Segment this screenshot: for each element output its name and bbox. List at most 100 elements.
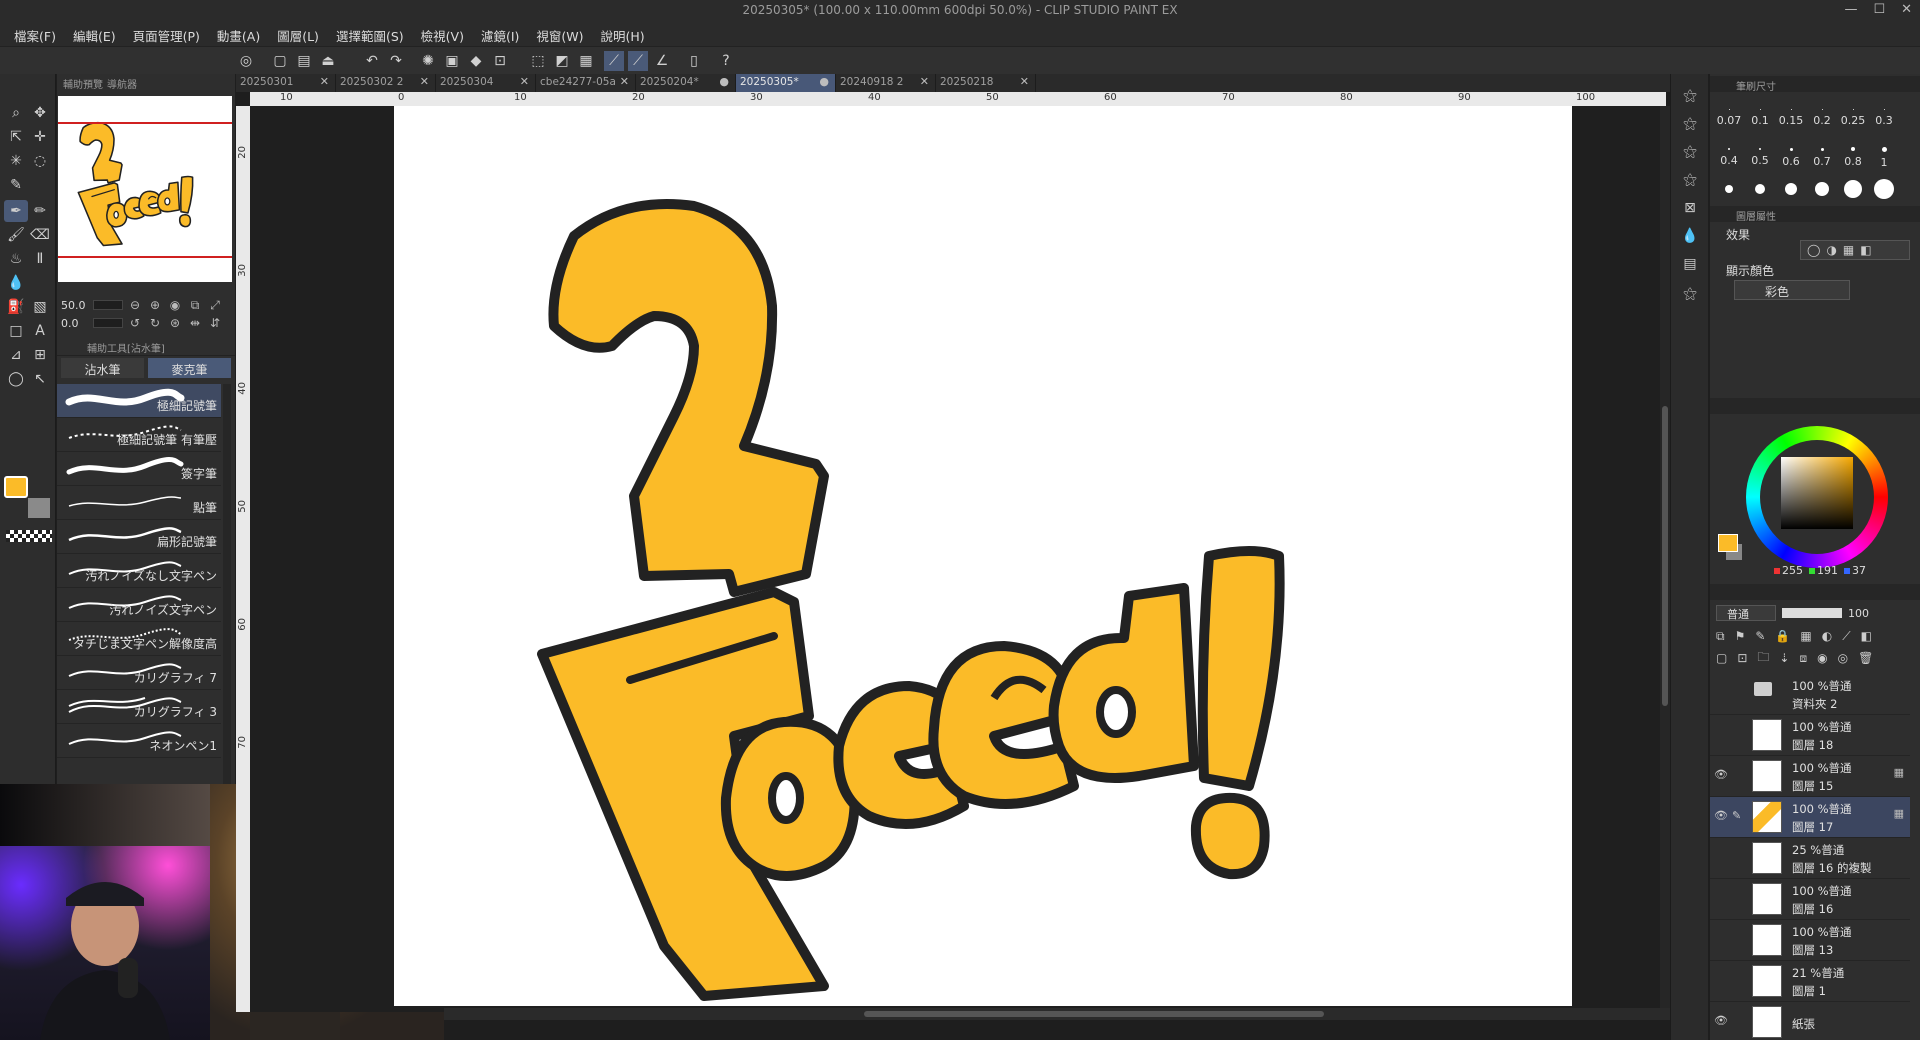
layer-row[interactable]: 👁 ✎ 100 %普通 圖層 17 ▦ xyxy=(1710,797,1910,838)
brush-size-option[interactable]: 0.07 xyxy=(1714,100,1744,140)
brush-size-option[interactable]: 0.25 xyxy=(1838,100,1868,140)
airbrush-icon[interactable]: ♨ xyxy=(4,248,28,270)
tab-document[interactable]: 20250204* ● xyxy=(636,74,736,92)
layer-row[interactable]: 100 %普通 資料夾 2 xyxy=(1710,674,1910,715)
blend-icon[interactable]: 💧 xyxy=(4,272,28,294)
rotate-right-icon[interactable]: ↻ xyxy=(147,315,163,331)
visibility-eye-icon[interactable]: 👁 xyxy=(1714,768,1728,781)
zoom-out-icon[interactable]: ⊖ xyxy=(127,297,143,313)
apply-mask-icon[interactable]: ◎ xyxy=(1838,651,1848,665)
list-item[interactable]: 汚れノイズ文字ペン xyxy=(57,588,221,622)
tab-document[interactable]: 20250304 ✕ xyxy=(436,74,536,92)
pencil-icon[interactable]: ✏ xyxy=(28,200,52,222)
help-icon[interactable]: ? xyxy=(716,51,736,71)
navigator-preview[interactable] xyxy=(58,96,232,282)
gradient-icon[interactable]: ▧ xyxy=(28,296,52,318)
layer-row[interactable]: 25 %普通 圖層 16 的複製 xyxy=(1710,838,1910,879)
brush-icon[interactable]: 🖌 xyxy=(4,224,28,246)
text-icon[interactable]: A xyxy=(28,320,52,342)
brush-size-option[interactable]: 0.7 xyxy=(1807,140,1837,180)
mask-icon[interactable]: ◐ xyxy=(1822,629,1832,643)
zoom-value[interactable]: 50.0 xyxy=(61,299,89,312)
brush-size-option[interactable]: 0.15 xyxy=(1776,100,1806,140)
layer-row[interactable]: 21 %普通 圖層 1 xyxy=(1710,961,1910,1002)
layer-row[interactable]: 👁 100 %普通 圖層 15 ▦ xyxy=(1710,756,1910,797)
create-mask-icon[interactable]: ◉ xyxy=(1817,651,1827,665)
border-effect-icon[interactable]: ◯ xyxy=(1807,243,1820,257)
list-item[interactable]: 極細記號筆 有筆壓 xyxy=(57,418,221,452)
move-icon[interactable]: ✥ xyxy=(28,102,52,124)
close-icon[interactable]: ✕ xyxy=(420,75,429,88)
brush-size-option[interactable]: 0.1 xyxy=(1745,100,1775,140)
main-color-swatch[interactable] xyxy=(4,476,28,498)
tab-marker-group[interactable]: 麥克筆 xyxy=(148,358,231,378)
new-folder-icon[interactable]: 🗀 xyxy=(1757,648,1769,669)
close-icon[interactable]: ✕ xyxy=(520,75,529,88)
auto-select-icon[interactable]: ✳ xyxy=(4,150,28,172)
close-icon[interactable]: ✕ xyxy=(920,75,929,88)
invert-selection-icon[interactable]: ◩ xyxy=(552,51,572,71)
new-vector-layer-icon[interactable]: ⊡ xyxy=(1737,651,1747,665)
snap-ruler-icon[interactable]: ⟋ xyxy=(604,51,624,71)
menu-view[interactable]: 檢視(V) xyxy=(415,22,475,46)
effect-buttons[interactable]: ◯ ◑ ▦ ◧ xyxy=(1800,240,1910,260)
canvas-paper[interactable] xyxy=(394,106,1572,1006)
crop-icon[interactable]: ⊡ xyxy=(490,51,510,71)
material-icon[interactable]: ⚝ xyxy=(1680,284,1700,304)
color-mix-icon[interactable]: 💧 xyxy=(1680,226,1700,246)
clear-icon[interactable]: ▣ xyxy=(442,51,462,71)
layer-row[interactable]: 100 %普通 圖層 16 xyxy=(1710,879,1910,920)
fill-icon[interactable]: ◆ xyxy=(466,51,486,71)
menu-page-management[interactable]: 頁面管理(P) xyxy=(127,22,211,46)
menu-animation[interactable]: 動畫(A) xyxy=(211,22,271,46)
undo-icon[interactable]: ↶ xyxy=(362,51,382,71)
selection-border-icon[interactable]: ▦ xyxy=(576,51,596,71)
opacity-slider[interactable] xyxy=(1782,608,1842,618)
maximize-button[interactable]: ☐ xyxy=(1873,2,1885,17)
frame-border-icon[interactable]: ⊿ xyxy=(4,344,28,366)
zoom-slider[interactable] xyxy=(93,300,123,310)
unsaved-dot-icon[interactable]: ● xyxy=(819,75,829,88)
deselect-icon[interactable]: ⬚ xyxy=(528,51,548,71)
close-icon[interactable]: ✕ xyxy=(620,75,629,88)
layer-color-icon[interactable]: ◧ xyxy=(1860,243,1871,257)
snap-special-ruler-icon[interactable]: ⟋ xyxy=(628,51,648,71)
display-color-select[interactable]: 彩色 xyxy=(1734,280,1850,300)
zoom-icon[interactable]: ⌕ xyxy=(4,102,28,124)
list-item[interactable]: カリグラフィ 3 xyxy=(57,690,221,724)
brush-size-option[interactable]: 0.5 xyxy=(1745,140,1775,180)
delete-layer-icon[interactable]: 🗑 xyxy=(1858,651,1873,665)
zoom-in-icon[interactable]: ⊕ xyxy=(147,297,163,313)
material-icon[interactable]: ⚝ xyxy=(1680,114,1700,134)
list-item[interactable]: 簽字筆 xyxy=(57,452,221,486)
tone-effect-icon[interactable]: ◑ xyxy=(1826,243,1836,257)
unsaved-dot-icon[interactable]: ● xyxy=(719,75,729,88)
brush-size-option[interactable]: 0.4 xyxy=(1714,140,1744,180)
operation-icon[interactable]: ⇱ xyxy=(4,126,28,148)
ruler-visibility-icon[interactable]: ⟋ xyxy=(1842,629,1850,644)
material-icon[interactable]: ⚝ xyxy=(1680,142,1700,162)
draft-layer-icon[interactable]: ✎ xyxy=(1755,629,1765,643)
layer-row[interactable]: 👁 紙張 xyxy=(1710,1002,1910,1040)
lasso-icon[interactable]: ◌ xyxy=(28,150,52,172)
reset-rotation-icon[interactable]: ⊛ xyxy=(167,315,183,331)
list-item[interactable]: 極細記號筆 xyxy=(57,384,221,418)
brush-size-option[interactable]: 1 xyxy=(1869,140,1899,180)
list-item[interactable]: ネオンペン1 xyxy=(57,724,221,758)
layer-color-icon[interactable]: ◧ xyxy=(1861,629,1872,643)
new-file-icon[interactable]: ▢ xyxy=(270,51,290,71)
pen-icon[interactable]: ✒ xyxy=(4,200,28,222)
merge-icon[interactable]: ⧈ xyxy=(1799,651,1807,666)
lock-transparent-icon[interactable]: ▦ xyxy=(1800,629,1811,643)
figure-icon[interactable]: □ xyxy=(4,320,28,342)
visibility-eye-icon[interactable]: 👁 xyxy=(1714,1014,1728,1027)
clip-icon[interactable]: ⧉ xyxy=(1716,629,1725,644)
menu-window[interactable]: 視窗(W) xyxy=(530,22,594,46)
main-color-indicator[interactable] xyxy=(1718,534,1738,552)
color-saturation-square[interactable] xyxy=(1781,457,1853,529)
layer-row[interactable]: 100 %普通 圖層 18 xyxy=(1710,715,1910,756)
fill-tool-icon[interactable]: ⛽ xyxy=(4,296,28,318)
material-icon[interactable]: ⚝ xyxy=(1680,170,1700,190)
clip-studio-icon[interactable]: ◎ xyxy=(236,51,256,71)
material-icon[interactable]: ⚝ xyxy=(1680,86,1700,106)
